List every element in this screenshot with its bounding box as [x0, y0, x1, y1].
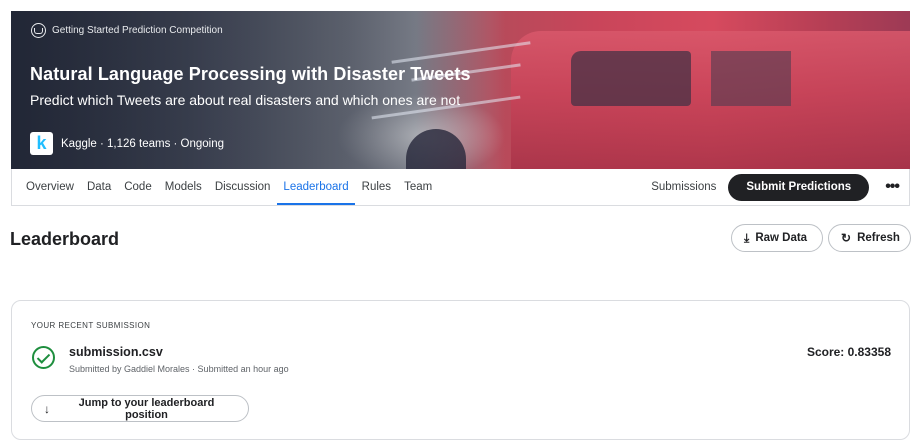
competition-subtitle: Predict which Tweets are about real disa… [30, 92, 461, 108]
tab-bar: Overview Data Code Models Discussion Leaderbo… [12, 169, 439, 205]
competition-type-label: Getting Started Prediction Competition [52, 25, 223, 36]
download-icon: ⤓ [744, 230, 750, 245]
refresh-label: Refresh [857, 232, 900, 244]
submission-file-name: submission.csv [69, 345, 163, 359]
recent-submission-card: YOUR RECENT SUBMISSION submission.csv Su… [11, 300, 910, 440]
tab-leaderboard[interactable]: Leaderboard [277, 169, 355, 205]
kaggle-logo-icon[interactable]: k [30, 132, 53, 155]
page-title: Leaderboard [10, 229, 120, 249]
jump-to-position-button[interactable]: ↓ Jump to your leaderboard position [31, 395, 249, 422]
competition-banner: Getting Started Prediction Competition N… [11, 11, 910, 169]
tab-code[interactable]: Code [118, 169, 158, 205]
tab-team[interactable]: Team [398, 169, 438, 205]
competition-title: Natural Language Processing with Disaste… [30, 64, 471, 84]
more-options-icon[interactable]: ••• [885, 178, 900, 196]
tab-overview[interactable]: Overview [20, 169, 80, 205]
tab-data[interactable]: Data [81, 169, 117, 205]
submission-meta: Submitted by Gaddiel Morales · Submitted… [69, 364, 289, 374]
competition-type: Getting Started Prediction Competition [31, 23, 223, 38]
organizer-meta: Kaggle · 1,126 teams · Ongoing [61, 137, 225, 150]
submission-score: Score: 0.83358 [806, 345, 891, 359]
submit-predictions-button[interactable]: Submit Predictions [728, 173, 870, 201]
tab-rules[interactable]: Rules [356, 169, 397, 205]
check-circle-icon [32, 346, 55, 369]
competition-nav: Overview Data Code Models Discussion Leaderbo… [11, 169, 910, 206]
trophy-icon [31, 23, 46, 38]
section-label: YOUR RECENT SUBMISSION [31, 321, 151, 330]
raw-data-label: Raw Data [755, 232, 808, 244]
tab-discussion[interactable]: Discussion [209, 169, 277, 205]
submissions-link[interactable]: Submissions [651, 181, 716, 193]
organizer-row: k Kaggle · 1,126 teams · Ongoing [30, 132, 224, 155]
refresh-icon: ↻ [841, 231, 852, 245]
raw-data-button[interactable]: ⤓ Raw Data [731, 224, 823, 252]
jump-label: Jump to your leaderboard position [78, 396, 215, 421]
tab-models[interactable]: Models [159, 169, 208, 205]
arrow-down-icon: ↓ [44, 401, 50, 416]
refresh-button[interactable]: ↻ Refresh [828, 224, 911, 252]
